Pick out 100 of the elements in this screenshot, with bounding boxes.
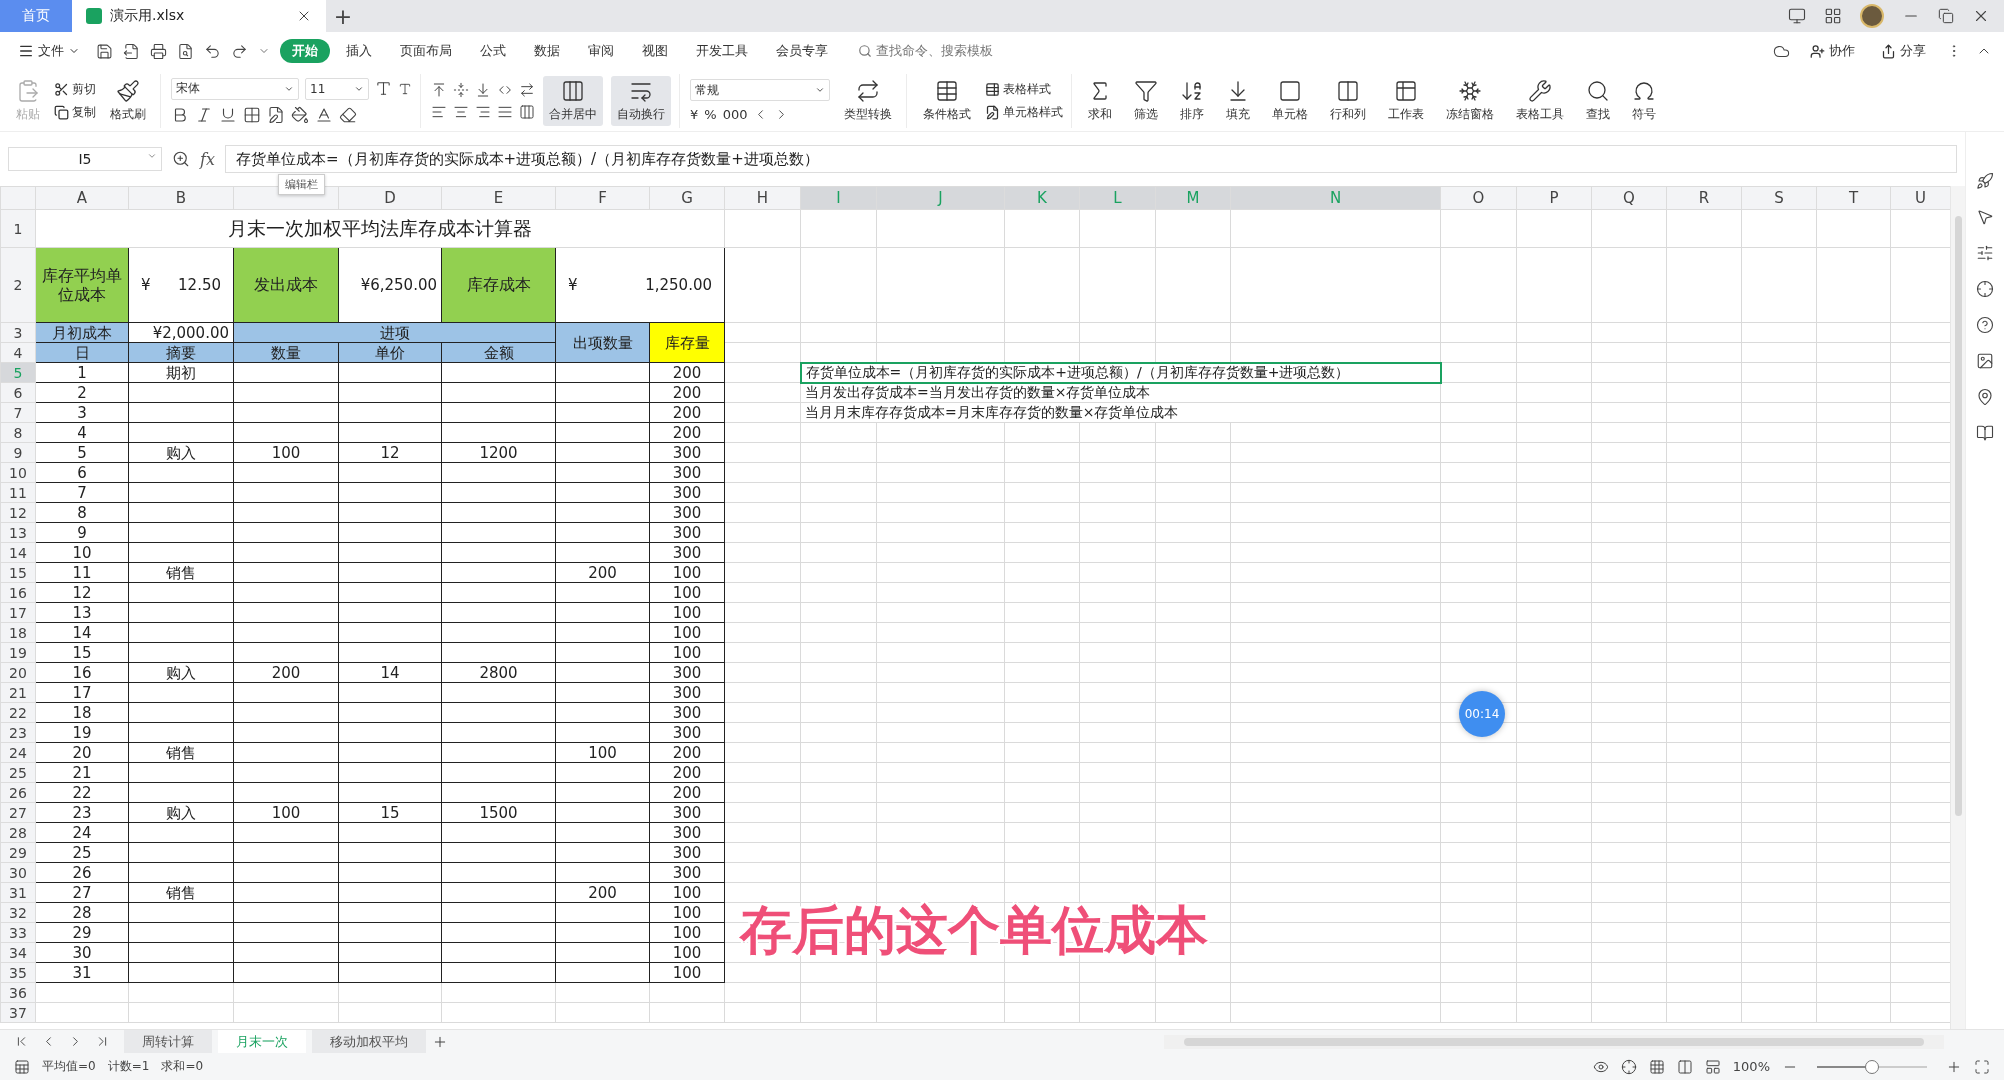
merge-center-button[interactable]: 合并居中	[543, 75, 603, 126]
note-cell[interactable]: 当月月末库存存货成本=月末库存存货的数量×存货单位成本	[800, 402, 1441, 423]
help-icon[interactable]	[1976, 316, 1994, 334]
menu-tab[interactable]: 插入	[334, 39, 384, 63]
name-box[interactable]: I5	[8, 147, 162, 171]
zoom-level[interactable]: 100%	[1732, 1059, 1770, 1074]
format-painter-button[interactable]: 格式刷	[104, 75, 152, 126]
row-header[interactable]: 14	[0, 542, 36, 563]
align-bottom-icon[interactable]	[475, 81, 491, 98]
copy-button[interactable]: 复制	[54, 103, 96, 121]
menu-tab[interactable]: 视图	[630, 39, 680, 63]
ribbon-button[interactable]: 填充	[1220, 75, 1256, 126]
column-header[interactable]: E	[441, 186, 556, 210]
normal-view-icon[interactable]	[1648, 1058, 1665, 1075]
menu-tab[interactable]: 审阅	[576, 39, 626, 63]
ribbon-button[interactable]: 行和列	[1324, 75, 1372, 126]
row-header[interactable]: 30	[0, 862, 36, 883]
slider-thumb[interactable]	[1865, 1059, 1879, 1074]
zoom-icon[interactable]	[172, 150, 190, 168]
column-header[interactable]: Q	[1591, 186, 1667, 210]
row-header[interactable]: 6	[0, 382, 36, 403]
export-icon[interactable]	[123, 42, 140, 60]
row-header[interactable]: 34	[0, 942, 36, 963]
row-header[interactable]: 20	[0, 662, 36, 683]
underline-icon[interactable]	[219, 105, 237, 124]
menu-tab[interactable]: 公式	[468, 39, 518, 63]
row-header[interactable]: 13	[0, 522, 36, 543]
document-tab[interactable]: 演示用.xlsx	[72, 0, 326, 32]
row-header[interactable]: 16	[0, 582, 36, 603]
menu-tab[interactable]: 会员专享	[764, 39, 840, 63]
row-header[interactable]: 1	[0, 209, 36, 248]
column-header[interactable]: B	[128, 186, 234, 210]
row-header[interactable]: 3	[0, 322, 36, 343]
book-icon[interactable]	[1976, 424, 1994, 442]
share-button[interactable]: 分享	[1875, 42, 1932, 60]
column-header[interactable]: G	[649, 186, 725, 210]
vertical-scrollbar[interactable]	[1950, 186, 1965, 1029]
row-header[interactable]: 18	[0, 622, 36, 643]
wrap-text-button[interactable]: 自动换行	[611, 75, 671, 126]
column-header[interactable]: U	[1890, 186, 1950, 210]
crosshair-icon[interactable]	[1620, 1058, 1637, 1075]
shrink-font-icon[interactable]	[398, 81, 412, 96]
align-middle-icon[interactable]	[453, 81, 469, 98]
row-header[interactable]: 28	[0, 822, 36, 843]
column-header[interactable]: D	[338, 186, 442, 210]
page-layout-icon[interactable]	[1676, 1058, 1693, 1075]
restore-icon[interactable]	[1938, 8, 1954, 24]
ribbon-button[interactable]: 表格工具	[1510, 75, 1570, 126]
row-header[interactable]: 31	[0, 882, 36, 903]
avatar[interactable]	[1860, 4, 1884, 28]
column-header[interactable]: H	[724, 186, 801, 210]
row-header[interactable]: 29	[0, 842, 36, 863]
column-header[interactable]: R	[1666, 186, 1742, 210]
row-header[interactable]: 22	[0, 702, 36, 723]
sliders-icon[interactable]	[1976, 244, 1994, 262]
print-icon[interactable]	[150, 42, 167, 60]
preview-icon[interactable]	[177, 42, 194, 60]
row-header[interactable]: 26	[0, 782, 36, 803]
sheet-tab[interactable]: 周转计算	[124, 1029, 212, 1054]
pointer-icon[interactable]	[1976, 208, 1994, 226]
conditional-format-button[interactable]: 条件格式	[917, 75, 977, 126]
row-header[interactable]: 2	[0, 247, 36, 323]
currency-button[interactable]: ¥	[690, 107, 699, 122]
note-cell[interactable]: 存货单位成本=（月初库存货的实际成本+进项总额）/（月初库存存货数量+进项总数）	[800, 362, 1441, 383]
column-header[interactable]: T	[1816, 186, 1891, 210]
percent-button[interactable]: %	[704, 107, 717, 122]
note-cell[interactable]: 当月发出存货成本=当月发出存货的数量×存货单位成本	[800, 382, 1441, 403]
formula-field[interactable]: 存货单位成本=（月初库存货的实际成本+进项总额）/（月初库存存货数量+进项总数）	[224, 145, 1957, 173]
ribbon-button[interactable]: 冻结窗格	[1440, 75, 1500, 126]
row-header[interactable]: 37	[0, 1002, 36, 1023]
row-header[interactable]: 35	[0, 962, 36, 983]
number-format-select[interactable]: 常规	[690, 79, 830, 101]
align-top-icon[interactable]	[431, 81, 447, 98]
row-header[interactable]: 36	[0, 982, 36, 1003]
ribbon-button[interactable]: 排序	[1174, 75, 1210, 126]
row-header[interactable]: 27	[0, 802, 36, 823]
file-menu[interactable]: 文件	[12, 42, 86, 60]
row-header[interactable]: 12	[0, 502, 36, 523]
row-header[interactable]: 9	[0, 442, 36, 463]
image-icon[interactable]	[1976, 352, 1994, 370]
pin-icon[interactable]	[1976, 388, 1994, 406]
row-header[interactable]: 23	[0, 722, 36, 743]
ribbon-button[interactable]: 工作表	[1382, 75, 1430, 126]
collaborate-button[interactable]: 协作	[1804, 42, 1861, 60]
row-header[interactable]: 8	[0, 422, 36, 443]
cut-button[interactable]: 剪切	[54, 80, 96, 98]
menu-tab[interactable]: 开发工具	[684, 39, 760, 63]
row-header[interactable]: 11	[0, 482, 36, 503]
row-header[interactable]: 15	[0, 562, 36, 583]
cell-style-button[interactable]: 单元格样式	[985, 103, 1063, 121]
sheet-tab[interactable]: 移动加权平均	[312, 1029, 426, 1054]
grow-font-icon[interactable]	[375, 80, 392, 97]
sheet-tab[interactable]: 月末一次	[218, 1029, 306, 1054]
undo-icon[interactable]	[204, 42, 221, 60]
column-header[interactable]: O	[1440, 186, 1517, 210]
rocket-icon[interactable]	[1976, 172, 1994, 190]
table-style-button[interactable]: 表格样式	[985, 80, 1063, 98]
row-header[interactable]: 4	[0, 342, 36, 363]
font-select[interactable]: 宋体	[171, 77, 299, 100]
new-tab-button[interactable]: +	[326, 0, 360, 32]
